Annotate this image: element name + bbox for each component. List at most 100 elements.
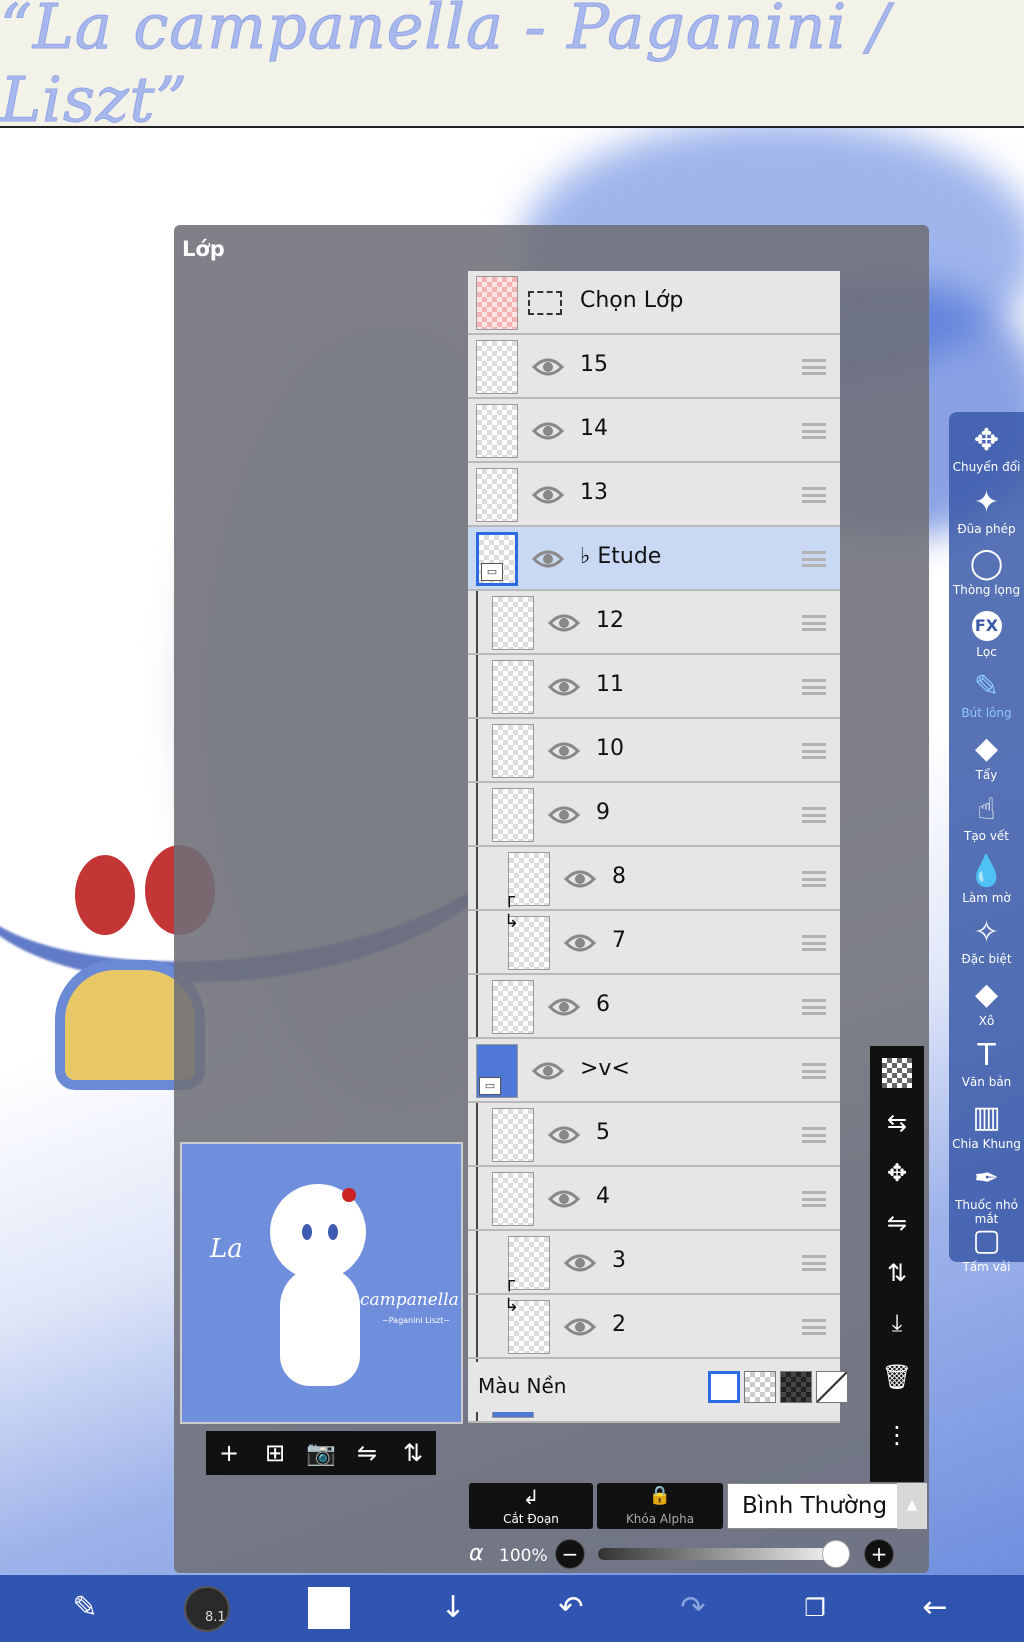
drag-handle-icon[interactable] (802, 615, 826, 631)
flip-vertical-icon[interactable]: ⇅ (870, 1252, 924, 1294)
eye-icon[interactable] (531, 481, 565, 509)
layer-row[interactable]: 12 (468, 591, 840, 655)
tool-text[interactable]: T Văn bản (949, 1037, 1024, 1099)
eye-icon[interactable] (563, 929, 597, 957)
layer-row[interactable]: 9 (468, 783, 840, 847)
tool-eraser[interactable]: ◆ Tẩy (949, 730, 1024, 792)
flip-horizontal-icon[interactable]: ⇋ (870, 1202, 924, 1244)
checker-icon[interactable] (870, 1052, 924, 1094)
more-options-icon[interactable]: ⋮ (870, 1414, 924, 1456)
move-layer-icon[interactable]: ✥ (870, 1152, 924, 1194)
eye-icon[interactable] (547, 1121, 581, 1149)
drag-handle-icon[interactable] (802, 487, 826, 503)
drag-handle-icon[interactable] (802, 423, 826, 439)
layer-row[interactable]: ↳ 2 (468, 1295, 840, 1359)
eye-icon[interactable] (547, 673, 581, 701)
eye-icon[interactable] (547, 609, 581, 637)
eye-icon[interactable] (531, 545, 565, 573)
drag-handle-icon[interactable] (802, 1127, 826, 1143)
redo-icon[interactable]: ↷ (670, 1585, 716, 1631)
eye-icon[interactable] (547, 801, 581, 829)
layer-row[interactable]: 15 (468, 335, 840, 399)
drag-handle-icon[interactable] (802, 1191, 826, 1207)
back-arrow-icon[interactable]: ← (912, 1585, 958, 1631)
drag-handle-icon[interactable] (802, 1063, 826, 1079)
layer-row[interactable]: ┌ 8 (468, 847, 840, 911)
drag-handle-icon[interactable] (802, 743, 826, 759)
brush-size-button[interactable]: 8.1 (184, 1586, 230, 1632)
eye-icon[interactable] (531, 1057, 565, 1085)
canvas-preview[interactable]: La campanella ~Paganini Liszt~ (180, 1142, 463, 1424)
opacity-increase-button[interactable]: + (864, 1539, 894, 1569)
eye-icon[interactable] (547, 993, 581, 1021)
tool-lasso[interactable]: ◯ Thòng lọng (949, 545, 1024, 607)
opacity-slider-thumb[interactable] (822, 1540, 850, 1568)
eye-icon[interactable] (563, 1313, 597, 1341)
merge-down-icon[interactable]: ⤓ (870, 1302, 924, 1344)
quick-tool-icon[interactable]: ✎ (62, 1585, 108, 1631)
arrow-down-icon[interactable]: ↓ (430, 1585, 476, 1631)
eye-icon[interactable] (531, 353, 565, 381)
layer-folder-row[interactable]: ▭ >v< (468, 1039, 840, 1103)
layer-row[interactable]: 13 (468, 463, 840, 527)
tool-move[interactable]: ✥ Chuyển đổi (949, 422, 1024, 484)
tool-canvas[interactable]: ▢ Tấm vải (949, 1222, 1024, 1284)
eye-icon[interactable] (563, 865, 597, 893)
drag-handle-icon[interactable] (802, 935, 826, 951)
alpha-lock-button[interactable]: 🔒 Khóa Alpha (597, 1483, 723, 1529)
layer-row[interactable]: ↳ 7 (468, 911, 840, 975)
bg-none-swatch[interactable] (816, 1371, 848, 1403)
add-layer-box-icon[interactable]: ⊞ (252, 1431, 298, 1475)
eye-icon[interactable] (563, 1249, 597, 1277)
drag-handle-icon[interactable] (802, 807, 826, 823)
eye-icon[interactable] (531, 417, 565, 445)
layers-icon[interactable]: ❐ (792, 1585, 838, 1631)
current-color-swatch[interactable] (308, 1587, 350, 1629)
tool-magic-wand[interactable]: ✦ Đũa phép (949, 484, 1024, 546)
layer-row[interactable]: 4 (468, 1167, 840, 1231)
drag-handle-icon[interactable] (802, 1319, 826, 1335)
tool-brush[interactable]: ✎ Bút lông (949, 668, 1024, 730)
tool-smudge[interactable]: ☝ Tạo vết (949, 791, 1024, 853)
layer-row[interactable]: 6 (468, 975, 840, 1039)
layer-row[interactable]: 10 (468, 719, 840, 783)
bg-dark-swatch[interactable] (780, 1371, 812, 1403)
undo-icon[interactable]: ↶ (548, 1585, 594, 1631)
tool-bucket[interactable]: ◆ Xô (949, 976, 1024, 1038)
bucket-icon: ◆ (974, 976, 999, 1012)
tool-blur[interactable]: 💧 Làm mờ (949, 853, 1024, 915)
tree-line (476, 591, 478, 653)
tool-eyedropper[interactable]: ✒ Thuốc nhỏ mắt (949, 1160, 1024, 1226)
eye-icon[interactable] (547, 737, 581, 765)
opacity-slider[interactable] (598, 1540, 850, 1568)
clipping-button[interactable]: ↲ Cắt Đoạn (469, 1483, 593, 1529)
trash-icon[interactable]: 🗑 (870, 1356, 924, 1398)
drag-handle-icon[interactable] (802, 679, 826, 695)
lock-icon: 🔒 (648, 1485, 672, 1506)
eye-icon[interactable] (547, 1185, 581, 1213)
tool-fx[interactable]: FX Lọc (949, 607, 1024, 669)
layer-row[interactable]: 5 (468, 1103, 840, 1167)
layer-folder-row[interactable]: ▭ ♭ Etude (468, 527, 840, 591)
camera-icon[interactable]: 📷 (298, 1431, 344, 1475)
drag-handle-icon[interactable] (802, 359, 826, 375)
opacity-decrease-button[interactable]: − (555, 1539, 585, 1569)
blend-mode-arrow-icon[interactable]: ▲ (897, 1483, 927, 1529)
drag-handle-icon[interactable] (802, 999, 826, 1015)
layer-row[interactable]: ┌ 3 (468, 1231, 840, 1295)
tool-special[interactable]: ✧ Đặc biệt (949, 914, 1024, 976)
drag-handle-icon[interactable] (802, 871, 826, 887)
bg-transparent-swatch[interactable] (744, 1371, 776, 1403)
flip-canvas-horizontal-icon[interactable]: ⇋ (344, 1431, 390, 1475)
tool-frame-divider[interactable]: ▥ Chia Khung (949, 1099, 1024, 1161)
blend-mode-select[interactable]: Bình Thường (727, 1483, 917, 1529)
flip-canvas-vertical-icon[interactable]: ⇅ (390, 1431, 436, 1475)
drag-handle-icon[interactable] (802, 1255, 826, 1271)
layer-row[interactable]: 11 (468, 655, 840, 719)
add-layer-icon[interactable]: + (206, 1431, 252, 1475)
select-layer-row[interactable]: Chọn Lớp (468, 271, 840, 335)
bg-white-swatch[interactable] (708, 1371, 740, 1403)
layer-row[interactable]: 14 (468, 399, 840, 463)
convert-layer-icon[interactable]: ⇆ (870, 1102, 924, 1144)
drag-handle-icon[interactable] (802, 551, 826, 567)
